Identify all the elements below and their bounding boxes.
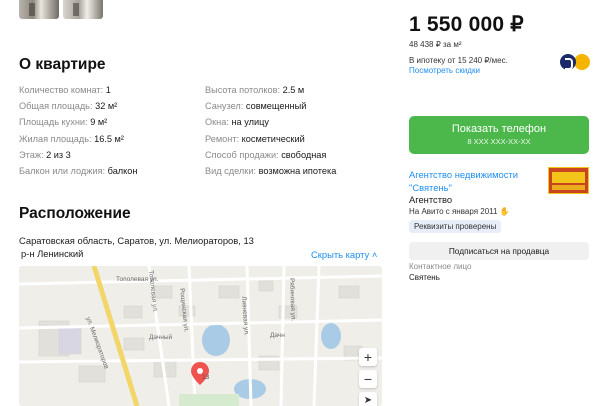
map-area-label: Дачный <box>149 334 173 341</box>
spec-value: 2 из 3 <box>46 149 71 160</box>
seller-since-text: На Авито с января 2011 <box>409 207 498 216</box>
district: р-н Ленинский <box>21 248 84 259</box>
about-apartment-heading: О квартире <box>19 56 106 73</box>
spec-key: Санузел: <box>205 101 244 112</box>
spec-key: Ремонт: <box>205 133 240 144</box>
contact-name: Святень <box>409 273 440 282</box>
spec-row: Вид сделки: возможна ипотека <box>205 163 336 179</box>
spec-value: совмещенный <box>245 101 307 112</box>
address: Саратовская область, Саратов, ул. Мелиор… <box>19 235 254 246</box>
map-house-number: 13 <box>202 374 210 381</box>
spec-row: Высота потолков: 2.5 м <box>205 82 336 98</box>
mortgage-info: В ипотеку от 15 240 ₽/мес. <box>409 56 508 65</box>
spec-value: 2.5 м <box>282 85 305 95</box>
location-map[interactable]: Тополевая ул. ул. Мелиораторов Рощинская… <box>19 266 382 406</box>
photo-thumbnail[interactable] <box>63 0 103 19</box>
contact-label: Контактное лицо <box>409 262 472 271</box>
spec-row: Количество комнат: 1 <box>19 82 137 98</box>
bank-logo-icon <box>574 54 590 70</box>
seller-since: На Авито с января 2011 ✋ <box>409 207 510 216</box>
spec-key: Вид сделки: <box>205 165 256 176</box>
locate-me-icon[interactable]: ➤ <box>359 392 377 406</box>
spec-value: балкон <box>107 165 138 176</box>
spec-key: Балкон или лоджия: <box>19 165 106 176</box>
spec-key: Жилая площадь: <box>19 133 92 144</box>
seller-name-link[interactable]: Агентство недвижимости "Святень" <box>409 168 539 194</box>
photo-thumbnail[interactable] <box>19 0 59 19</box>
spec-value: 16.5 м² <box>94 133 124 144</box>
spec-row: Общая площадь: 32 м² <box>19 98 137 114</box>
spec-value: 32 м² <box>95 101 118 112</box>
location-heading: Расположение <box>19 205 131 222</box>
specs-right-column: Высота потолков: 2.5 м Санузел: совмещен… <box>205 82 336 179</box>
spec-value: свободная <box>281 149 327 160</box>
map-canvas <box>19 266 382 406</box>
spec-key: Окна: <box>205 117 229 128</box>
price-per-m2: 48 438 ₽ за м² <box>409 40 462 49</box>
spec-value: возможна ипотека <box>258 165 337 176</box>
spec-value: 9 м² <box>90 117 108 128</box>
spec-value: 1 <box>105 85 111 95</box>
spec-row: Площадь кухни: 9 м² <box>19 114 137 130</box>
spec-key: Способ продажи: <box>205 149 279 160</box>
price: 1 550 000 ₽ <box>409 13 524 36</box>
spec-key: Количество комнат: <box>19 85 104 95</box>
spec-row: Ремонт: косметический <box>205 131 336 147</box>
logo-band <box>552 172 585 183</box>
photo-thumbnails <box>19 0 103 19</box>
spec-key: Этаж: <box>19 149 44 160</box>
logo-band <box>552 185 585 190</box>
show-phone-button[interactable]: Показать телефон 8 XXX XXX-XX-XX <box>409 116 589 154</box>
show-phone-label: Показать телефон <box>451 123 547 135</box>
spec-row: Окна: на улицу <box>205 114 336 130</box>
spec-value: на улицу <box>231 117 269 128</box>
seller-logo[interactable] <box>548 167 589 194</box>
spec-value: косметический <box>241 133 305 144</box>
spec-key: Общая площадь: <box>19 101 93 112</box>
view-discounts-link[interactable]: Посмотреть скидки <box>409 66 480 75</box>
verified-badge: Реквизиты проверены <box>409 220 502 233</box>
spec-row: Способ продажи: свободная <box>205 147 336 163</box>
seller-type: Агентство <box>409 194 453 205</box>
spec-key: Высота потолков: <box>205 85 281 95</box>
specs-left-column: Количество комнат: 1 Общая площадь: 32 м… <box>19 82 137 179</box>
spec-row: Балкон или лоджия: балкон <box>19 163 137 179</box>
zoom-out-button[interactable]: − <box>359 370 377 388</box>
masked-phone-number: 8 XXX XXX-XX-XX <box>467 137 531 146</box>
hands-icon: ✋ <box>499 207 510 216</box>
spec-key: Площадь кухни: <box>19 117 88 128</box>
spec-row: Этаж: 2 из 3 <box>19 147 137 163</box>
hide-map-link[interactable]: Скрыть карту ˄ <box>311 249 377 260</box>
spec-row: Жилая площадь: 16.5 м² <box>19 131 137 147</box>
subscribe-seller-button[interactable]: Подписаться на продавца <box>409 242 589 260</box>
map-street-label: Рябиновая ул. <box>288 278 297 322</box>
map-area-label: Дачн <box>270 332 285 339</box>
spec-row: Санузел: совмещенный <box>205 98 336 114</box>
bank-logo-icon <box>560 54 576 70</box>
zoom-in-button[interactable]: + <box>359 348 377 366</box>
